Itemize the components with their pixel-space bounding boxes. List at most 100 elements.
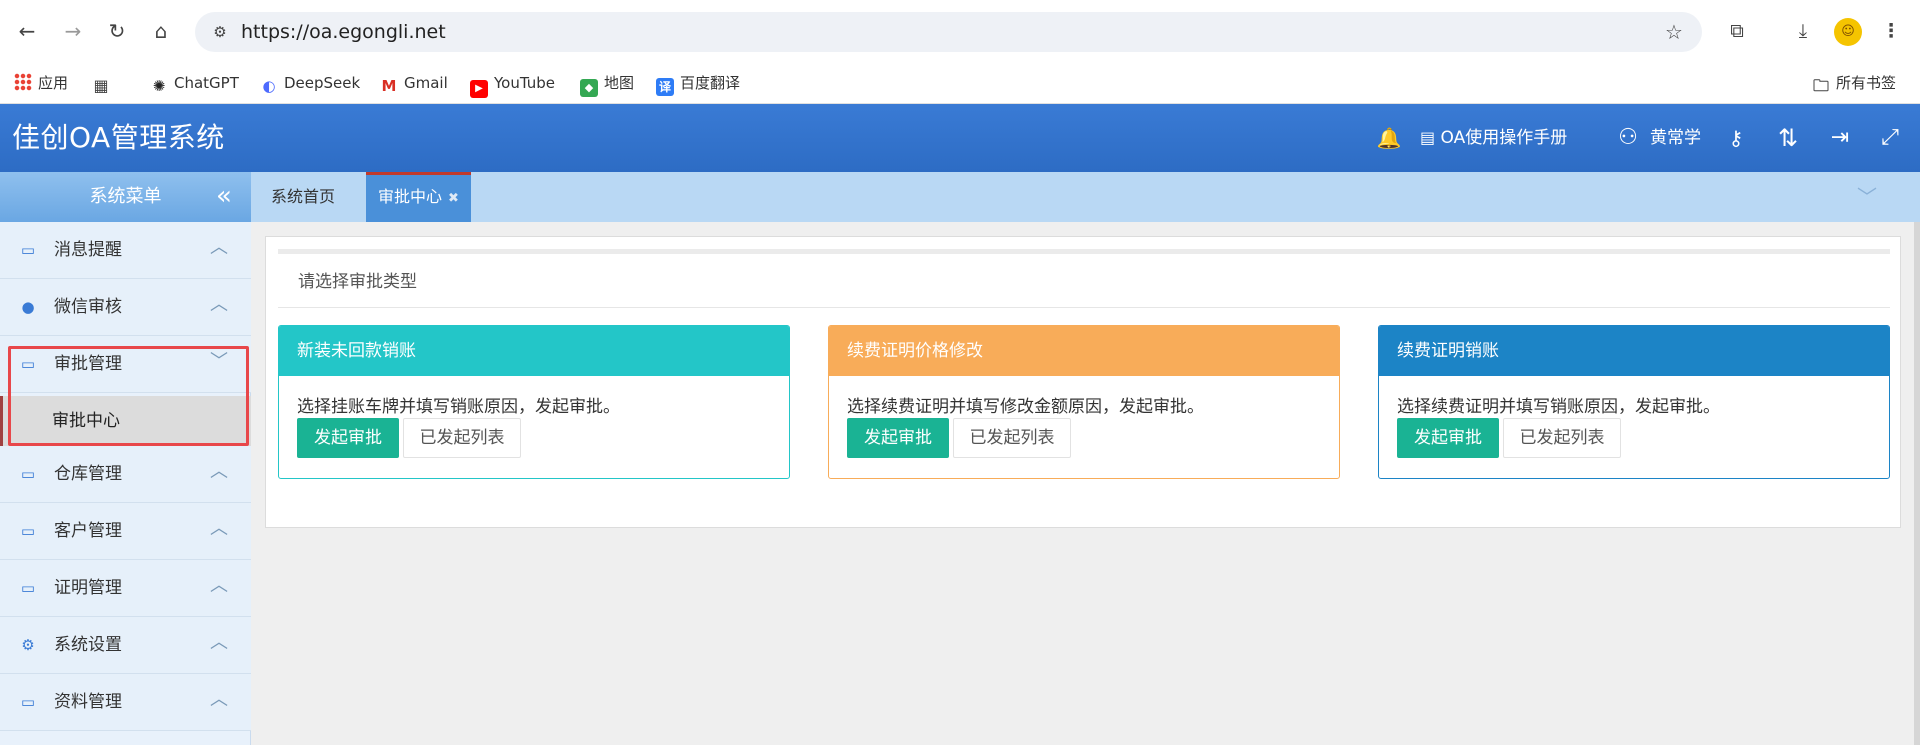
card-description: 选择续费证明并填写修改金额原因，发起审批。 xyxy=(847,397,1204,417)
forward-arrow-icon[interactable]: → xyxy=(58,16,88,46)
baidu-translate-icon: 译 xyxy=(656,78,674,96)
menu-kebab-icon[interactable]: ⋮ xyxy=(1876,16,1906,46)
download-icon[interactable]: ⤓ xyxy=(1788,16,1818,46)
user-icon: ⚇ xyxy=(1618,125,1638,150)
submitted-list-button[interactable]: 已发起列表 xyxy=(1503,418,1621,458)
monitor-icon: ▭ xyxy=(20,693,36,711)
sidebar-item-label: 资料管理 xyxy=(54,692,122,712)
panel-title: 请选择审批类型 xyxy=(298,272,417,292)
sidebar-item-system-settings[interactable]: ⚙ 系统设置 ︿ xyxy=(0,617,251,674)
card-title: 续费证明价格修改 xyxy=(829,326,1339,376)
bookmark-deepseek[interactable]: ◐ DeepSeek xyxy=(260,62,360,104)
chevron-up-icon: ︿ xyxy=(210,632,228,653)
chevron-up-icon: ︿ xyxy=(210,518,228,539)
extensions-icon[interactable]: ⧉ xyxy=(1722,16,1752,46)
chevron-up-icon: ︿ xyxy=(210,237,228,258)
tab-home[interactable]: 系统首页 xyxy=(259,172,347,222)
active-marker xyxy=(0,396,3,446)
url-text[interactable]: https://oa.egongli.net xyxy=(241,12,446,52)
book-icon: ▤ xyxy=(1420,128,1436,147)
bookmark-tab-groups[interactable]: ▦ xyxy=(92,62,116,104)
browser-toolbar: ← → ↻ ⌂ ⚙ https://oa.egongli.net ☆ ⧉ ⤓ ☺… xyxy=(0,0,1920,62)
chatgpt-icon: ✺ xyxy=(152,77,166,95)
bookmark-star-icon[interactable]: ☆ xyxy=(1660,18,1688,46)
switch-icon[interactable]: ⇅ xyxy=(1774,124,1802,152)
bookmark-chatgpt[interactable]: ✺ ChatGPT xyxy=(150,62,239,104)
app-header: 佳创OA管理系统 🔔 ▤ OA使用操作手册 ⚇ 黄常学 ⚷ ⇅ ⇥ ⤢ xyxy=(0,104,1920,172)
gmail-icon: M xyxy=(381,77,397,95)
sidebar-item-warehouse[interactable]: ▭ 仓库管理 ︿ xyxy=(0,446,251,503)
tab-groups-icon: ▦ xyxy=(93,76,109,95)
start-approval-button[interactable]: 发起审批 xyxy=(847,418,949,458)
close-tab-icon[interactable]: ✖ xyxy=(448,191,459,206)
sidebar-item-label: 证明管理 xyxy=(54,578,122,598)
site-settings-icon[interactable]: ⚙ xyxy=(209,21,231,43)
card-title: 新装未回款销账 xyxy=(279,326,789,376)
bookmark-maps[interactable]: ◆ 地图 xyxy=(580,62,634,104)
sidebar-item-label: 消息提醒 xyxy=(54,240,122,260)
folder-icon: 🗀 xyxy=(1812,76,1829,95)
sidebar-item-label: 仓库管理 xyxy=(54,464,122,484)
chevron-up-icon: ︿ xyxy=(210,294,228,315)
fullscreen-icon[interactable]: ⤢ xyxy=(1876,124,1904,152)
vertical-scrollbar[interactable] xyxy=(1914,222,1920,745)
chevron-up-icon: ︿ xyxy=(210,689,228,710)
sidebar-item-certificates[interactable]: ▭ 证明管理 ︿ xyxy=(0,560,251,617)
sidebar-header: 系统菜单 « xyxy=(0,172,251,222)
panel-top-bar xyxy=(278,249,1890,254)
all-bookmarks[interactable]: 🗀 所有书签 xyxy=(1812,62,1896,104)
highlight-annotation-box xyxy=(8,346,249,446)
approval-type-panel: 请选择审批类型 新装未回款销账 选择挂账车牌并填写销账原因，发起审批。 发起审批… xyxy=(265,236,1901,528)
youtube-icon: ▶ xyxy=(470,80,488,98)
card-renewal-writeoff: 续费证明销账 选择续费证明并填写销账原因，发起审批。 发起审批 已发起列表 xyxy=(1378,325,1890,479)
sidebar: 系统菜单 « ▭ 消息提醒 ︿ ● 微信审核 ︿ ▭ 审批管理 ﹀ 审批中心 ▭… xyxy=(0,172,251,745)
start-approval-button[interactable]: 发起审批 xyxy=(1397,418,1499,458)
chevron-up-icon: ︿ xyxy=(210,461,228,482)
divider xyxy=(278,307,1890,308)
card-description: 选择续费证明并填写销账原因，发起审批。 xyxy=(1397,397,1720,417)
tab-strip: 系统首页 审批中心 ✖ ﹀ xyxy=(251,172,1920,222)
monitor-icon: ▭ xyxy=(20,522,36,540)
sidebar-item-messages[interactable]: ▭ 消息提醒 ︿ xyxy=(0,222,251,279)
apps-grid-icon xyxy=(14,73,32,91)
address-bar[interactable]: ⚙ https://oa.egongli.net ☆ xyxy=(195,12,1702,52)
tab-approval-center[interactable]: 审批中心 ✖ xyxy=(366,172,471,222)
app-title: 佳创OA管理系统 xyxy=(12,121,225,154)
chevron-down-icon[interactable]: ﹀ xyxy=(1854,184,1880,210)
submitted-list-button[interactable]: 已发起列表 xyxy=(403,418,521,458)
profile-avatar[interactable]: ☺ xyxy=(1834,18,1862,46)
chat-bubble-icon: ● xyxy=(21,298,35,316)
sidebar-item-wechat-review[interactable]: ● 微信审核 ︿ xyxy=(0,279,251,336)
bookmark-baidu-translate[interactable]: 译百度翻译 xyxy=(656,62,740,104)
reload-icon[interactable]: ↻ xyxy=(102,16,132,46)
bookmark-apps[interactable]: 应用 xyxy=(14,62,68,104)
monitor-icon: ▭ xyxy=(20,579,36,597)
sidebar-item-label: 系统设置 xyxy=(54,635,122,655)
back-arrow-icon[interactable]: ← xyxy=(12,16,42,46)
logout-icon[interactable]: ⇥ xyxy=(1826,124,1854,152)
sidebar-item-documents[interactable]: ▭ 资料管理 ︿ xyxy=(0,674,251,731)
monitor-icon: ▭ xyxy=(20,241,36,259)
sidebar-item-label: 微信审核 xyxy=(54,297,122,317)
maps-icon: ◆ xyxy=(580,79,598,97)
bookmarks-bar: 应用 ▦ ✺ ChatGPT ◐ DeepSeek M Gmail ▶ YouTube … xyxy=(0,62,1920,104)
card-renewal-price-modify: 续费证明价格修改 选择续费证明并填写修改金额原因，发起审批。 发起审批 已发起列… xyxy=(828,325,1340,479)
monitor-icon: ▭ xyxy=(20,465,36,483)
bell-icon[interactable]: 🔔 xyxy=(1376,124,1402,152)
main-content: 请选择审批类型 新装未回款销账 选择挂账车牌并填写销账原因，发起审批。 发起审批… xyxy=(251,222,1920,745)
submitted-list-button[interactable]: 已发起列表 xyxy=(953,418,1071,458)
card-new-install-writeoff: 新装未回款销账 选择挂账车牌并填写销账原因，发起审批。 发起审批 已发起列表 xyxy=(278,325,790,479)
start-approval-button[interactable]: 发起审批 xyxy=(297,418,399,458)
manual-link[interactable]: ▤ OA使用操作手册 xyxy=(1420,104,1567,172)
gear-icon: ⚙ xyxy=(21,636,35,654)
bookmark-gmail[interactable]: M Gmail xyxy=(380,62,448,104)
home-icon[interactable]: ⌂ xyxy=(146,16,176,46)
user-name[interactable]: 黄常学 xyxy=(1650,104,1701,172)
card-title: 续费证明销账 xyxy=(1379,326,1889,376)
collapse-sidebar-icon[interactable]: « xyxy=(209,182,239,212)
sidebar-item-customers[interactable]: ▭ 客户管理 ︿ xyxy=(0,503,251,560)
key-icon[interactable]: ⚷ xyxy=(1722,124,1750,152)
card-description: 选择挂账车牌并填写销账原因，发起审批。 xyxy=(297,397,620,417)
sidebar-item-label: 客户管理 xyxy=(54,521,122,541)
bookmark-youtube[interactable]: ▶ YouTube xyxy=(470,62,555,104)
